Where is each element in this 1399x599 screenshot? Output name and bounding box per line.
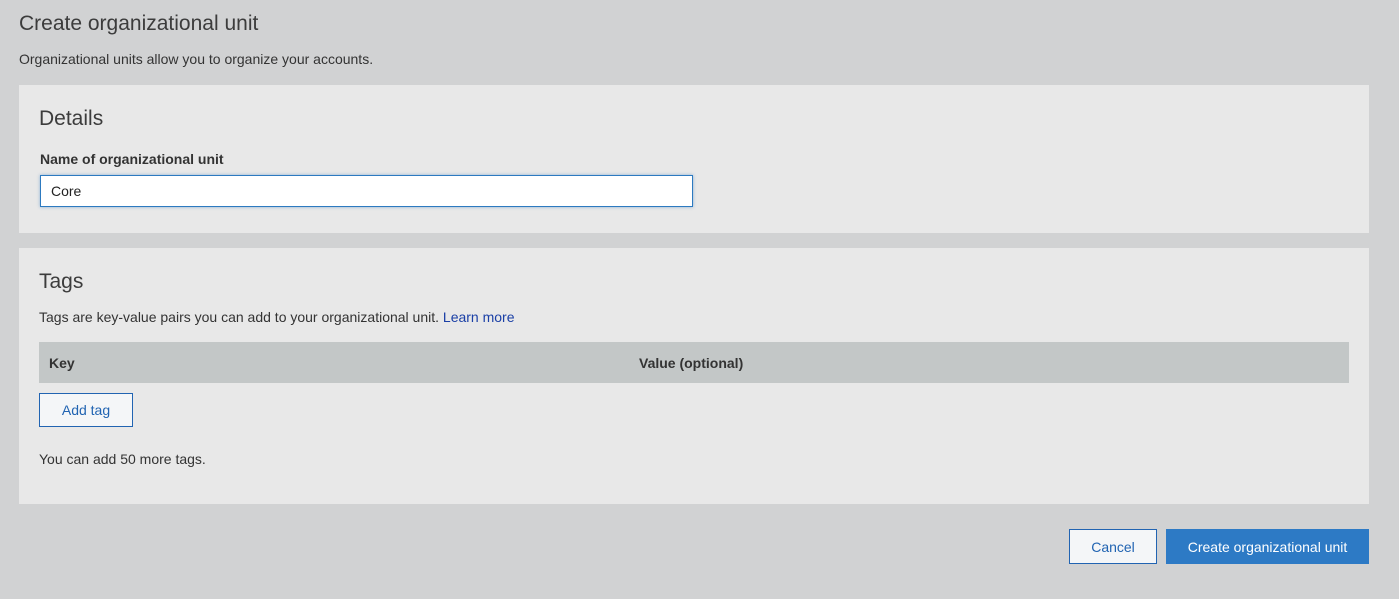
tags-description-text: Tags are key-value pairs you can add to … [39, 309, 440, 325]
tags-table-header: Key Value (optional) [39, 342, 1349, 383]
page-title: Create organizational unit [19, 12, 259, 35]
add-tag-button[interactable]: Add tag [39, 393, 133, 427]
tags-heading: Tags [39, 270, 84, 293]
ou-name-input[interactable] [40, 175, 693, 207]
column-header-value: Value (optional) [639, 354, 744, 371]
create-ou-button[interactable]: Create organizational unit [1166, 529, 1369, 564]
learn-more-link[interactable]: Learn more [443, 309, 515, 325]
tags-description: Tags are key-value pairs you can add to … [39, 309, 515, 325]
cancel-button[interactable]: Cancel [1069, 529, 1157, 564]
page-subtitle: Organizational units allow you to organi… [19, 51, 374, 67]
ou-name-label: Name of organizational unit [40, 151, 224, 167]
details-panel: Details Name of organizational unit [19, 85, 1369, 233]
details-heading: Details [39, 107, 104, 130]
tags-panel: Tags Tags are key-value pairs you can ad… [19, 248, 1369, 504]
tags-remaining-text: You can add 50 more tags. [39, 451, 206, 467]
column-header-key: Key [49, 354, 75, 371]
